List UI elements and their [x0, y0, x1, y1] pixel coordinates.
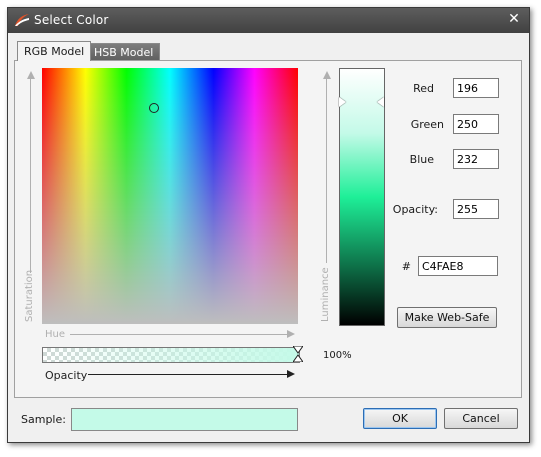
select-color-dialog: Select Color ✕ RGB Model HSB Model Satur… [7, 7, 530, 443]
green-input[interactable] [453, 114, 499, 134]
blue-input[interactable] [453, 149, 499, 169]
opacity-field-label: Opacity: [392, 203, 438, 216]
opacity-slider-track[interactable] [42, 347, 300, 363]
hex-label: # [401, 260, 411, 273]
ok-button[interactable]: OK [363, 408, 437, 429]
luminance-axis-line [326, 78, 327, 263]
luminance-label: Luminance [320, 267, 331, 322]
opacity-axis-line [88, 374, 288, 375]
close-icon[interactable]: ✕ [507, 12, 521, 26]
opacity-slider-label: Opacity [45, 369, 88, 382]
app-logo-icon [15, 14, 29, 26]
red-label: Red [413, 82, 434, 95]
make-web-safe-button[interactable]: Make Web-Safe [397, 307, 497, 328]
luminance-arrow-icon [323, 71, 331, 79]
hue-arrow-icon [287, 330, 295, 338]
luminance-thumb-left-icon[interactable] [339, 97, 346, 107]
sample-color-swatch [71, 408, 298, 431]
green-label: Green [410, 118, 444, 131]
tab-rgb-model[interactable]: RGB Model [17, 41, 92, 61]
cancel-button[interactable]: Cancel [444, 408, 518, 429]
opacity-input[interactable] [453, 199, 499, 219]
red-input[interactable] [453, 78, 499, 98]
opacity-arrow-icon [287, 370, 295, 378]
circle-cursor-icon[interactable] [149, 103, 159, 113]
sample-label: Sample: [21, 413, 66, 426]
saturation-axis-line [30, 78, 31, 273]
blue-label: Blue [409, 153, 434, 166]
luminance-thumb-right-icon[interactable] [377, 97, 384, 107]
hue-saturation-area[interactable] [42, 68, 298, 324]
opacity-slider-thumb-icon[interactable] [293, 346, 303, 362]
saturation-label: Saturation [24, 269, 35, 322]
saturation-arrow-icon [27, 71, 35, 79]
hex-input[interactable] [418, 256, 498, 276]
opacity-percent: 100% [323, 350, 352, 361]
tab-hsb-model[interactable]: HSB Model [87, 43, 161, 61]
window-title: Select Color [34, 13, 109, 27]
title-bar: Select Color ✕ [8, 8, 529, 33]
hue-axis-line [70, 334, 288, 335]
hue-label: Hue [45, 329, 66, 340]
